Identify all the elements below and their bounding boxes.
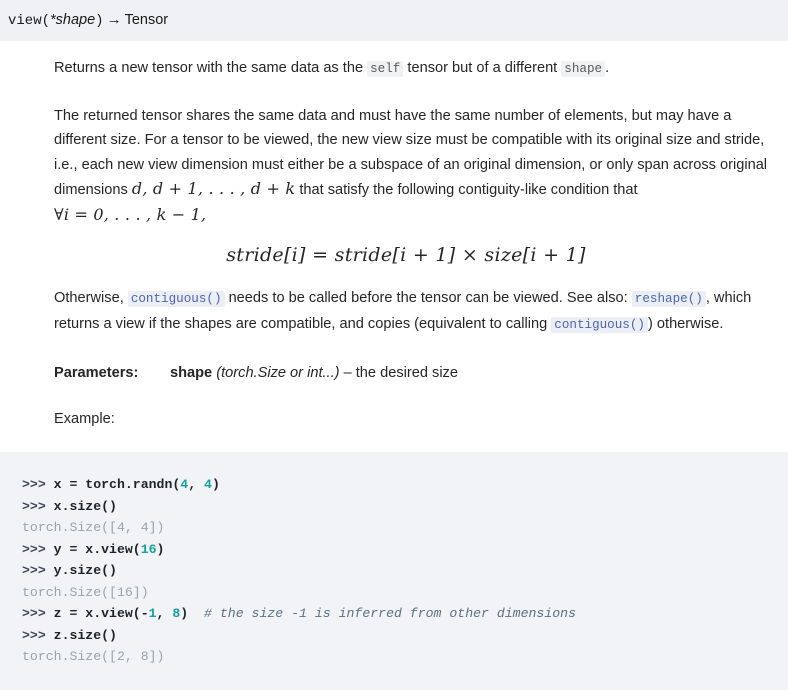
code-text: ): [212, 477, 220, 492]
parameter-type: (torch.Size or int...): [216, 365, 339, 381]
inline-math-dimensions: d, d + 1, . . . , d + k: [132, 179, 295, 198]
inline-code-shape: shape: [561, 61, 605, 77]
code-comment: # the size -1 is inferred from other dim…: [204, 606, 576, 621]
function-name: view: [8, 13, 42, 29]
code-number: 4: [180, 477, 188, 492]
parameters-label: Parameters:: [54, 362, 170, 385]
example-code-block-wrapper: >>> x = torch.randn(4, 4) >>> x.size() t…: [0, 430, 788, 690]
description-paragraph-1: Returns a new tensor with the same data …: [54, 41, 788, 82]
link-contiguous-second[interactable]: contiguous(): [551, 317, 648, 333]
code-prompt: >>>: [22, 477, 54, 492]
para3-text-part1: Otherwise,: [54, 290, 128, 306]
description-paragraph-2: The returned tensor shares the same data…: [54, 82, 788, 229]
code-prompt: >>>: [22, 499, 54, 514]
para1-text-part3: .: [605, 60, 609, 76]
example-label: Example:: [54, 385, 788, 430]
parameters-field-list: Parameters: shape (torch.Size or int...)…: [54, 337, 788, 385]
code-text: y = x.view(: [54, 542, 141, 557]
parameter-name-shape: shape: [170, 365, 212, 381]
code-number: 16: [141, 542, 157, 557]
code-text: z = x.view(-: [54, 606, 149, 621]
code-text: x.size(): [54, 499, 117, 514]
code-output: torch.Size([16]): [22, 585, 149, 600]
code-prompt: >>>: [22, 628, 54, 643]
parameters-value: shape (torch.Size or int...) – the desir…: [170, 362, 458, 385]
code-text: ): [157, 542, 165, 557]
code-output: torch.Size([4, 4]): [22, 520, 164, 535]
code-number: 4: [204, 477, 212, 492]
code-number: 1: [149, 606, 157, 621]
para1-text-part1: Returns a new tensor with the same data …: [54, 60, 367, 76]
para1-text-part2: tensor but of a different: [403, 60, 561, 76]
signature-parameter: *shape: [50, 12, 95, 28]
example-code-block[interactable]: >>> x = torch.randn(4, 4) >>> x.size() t…: [0, 452, 788, 690]
link-reshape[interactable]: reshape(): [632, 291, 706, 307]
signature-open-paren: (: [42, 13, 50, 29]
code-output: torch.Size([2, 8]): [22, 649, 164, 664]
code-text: ): [180, 606, 188, 621]
code-prompt: >>>: [22, 606, 54, 621]
inline-math-forall-condition: ∀i = 0, . . . , k − 1,: [54, 205, 206, 224]
code-prompt: >>>: [22, 542, 54, 557]
link-contiguous-first[interactable]: contiguous(): [128, 291, 225, 307]
documentation-body: Returns a new tensor with the same data …: [0, 41, 788, 430]
para3-text-part4: ) otherwise.: [648, 316, 723, 332]
code-text: y.size(): [54, 563, 117, 578]
inline-code-self: self: [367, 61, 403, 77]
display-equation-container: stride[i] = stride[i + 1] × size[i + 1]: [54, 228, 758, 266]
code-prompt: >>>: [22, 563, 54, 578]
code-text: ,: [188, 477, 204, 492]
display-equation-stride: stride[i] = stride[i + 1] × size[i + 1]: [226, 244, 586, 266]
parameter-description: – the desired size: [340, 365, 458, 381]
signature-return-type: Tensor: [125, 12, 169, 28]
function-signature-header: view(*shape)→Tensor: [0, 0, 788, 41]
code-text: ,: [157, 606, 173, 621]
signature-arrow-icon: →: [104, 11, 125, 28]
code-text: z.size(): [54, 628, 117, 643]
signature-close-paren: ): [95, 13, 103, 29]
para2-text-part2: that satisfy the following contiguity-li…: [295, 182, 637, 198]
code-text: x = torch.randn(: [54, 477, 181, 492]
description-paragraph-3: Otherwise, contiguous() needs to be call…: [54, 266, 788, 337]
para3-text-part2: needs to be called before the tensor can…: [225, 290, 632, 306]
